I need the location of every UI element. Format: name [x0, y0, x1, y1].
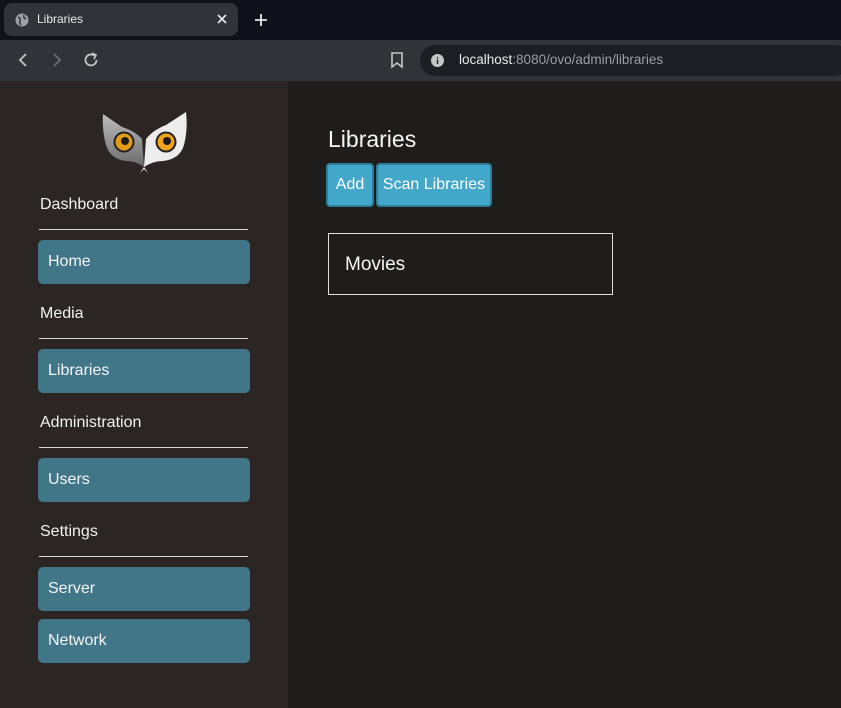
browser-tabstrip: Libraries [0, 0, 841, 40]
tab-title: Libraries [37, 12, 84, 26]
page-title: Libraries [328, 126, 417, 152]
new-tab-icon[interactable] [252, 11, 270, 29]
sidebar-item-network[interactable]: Network [38, 619, 250, 663]
back-icon[interactable] [13, 50, 33, 70]
url-host: localhost [459, 52, 513, 67]
section-settings: Settings [40, 523, 98, 540]
section-media: Media [40, 305, 84, 322]
url-text: localhost:8080/ovo/admin/libraries [459, 52, 663, 67]
sidebar: Dashboard Home Media Libraries Administr… [0, 81, 288, 708]
scan-libraries-button[interactable]: Scan Libraries [376, 163, 492, 207]
section-administration: Administration [40, 414, 142, 431]
browser-tab[interactable]: Libraries [4, 3, 238, 36]
section-dashboard: Dashboard [40, 196, 119, 213]
close-icon[interactable] [214, 11, 230, 27]
forward-icon[interactable] [47, 50, 67, 70]
library-card-movies[interactable]: Movies [328, 233, 613, 295]
browser-toolbar: localhost:8080/ovo/admin/libraries [0, 40, 841, 81]
divider [39, 229, 248, 230]
divider [39, 556, 248, 557]
add-button[interactable]: Add [326, 163, 374, 207]
divider [39, 447, 248, 448]
owl-logo-icon [102, 112, 187, 173]
url-path: :8080/ovo/admin/libraries [512, 52, 664, 67]
page: Dashboard Home Media Libraries Administr… [0, 81, 841, 708]
sidebar-item-libraries[interactable]: Libraries [38, 349, 250, 393]
sidebar-item-users[interactable]: Users [38, 458, 250, 502]
globe-icon [15, 13, 29, 27]
main-content: Libraries Add Scan Libraries Movies [288, 81, 841, 708]
info-icon[interactable] [431, 54, 444, 67]
bookmark-icon[interactable] [389, 51, 405, 69]
sidebar-item-home[interactable]: Home [38, 240, 250, 284]
reload-icon[interactable] [81, 50, 101, 70]
sidebar-item-server[interactable]: Server [38, 567, 250, 611]
address-bar[interactable]: localhost:8080/ovo/admin/libraries [420, 45, 841, 76]
divider [39, 338, 248, 339]
